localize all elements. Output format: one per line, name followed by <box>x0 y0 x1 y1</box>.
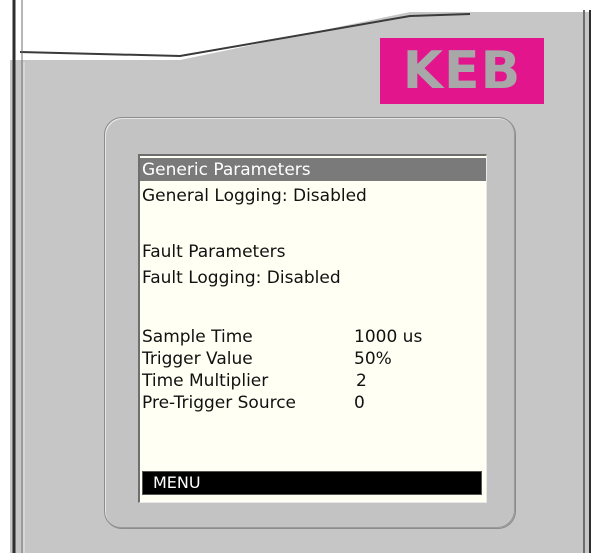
time-multiplier-label: Time Multiplier <box>142 371 269 391</box>
pre-trigger-source-label: Pre-Trigger Source <box>142 393 297 413</box>
generic-parameters-header[interactable]: Generic Parameters <box>142 159 311 181</box>
fault-parameters-heading[interactable]: Fault Parameters <box>142 241 286 263</box>
trigger-value-value: 50% <box>354 349 392 369</box>
sample-time-label: Sample Time <box>142 327 253 347</box>
keb-logo: KEB <box>380 38 544 104</box>
sample-time-value: 1000 us <box>354 327 423 347</box>
general-logging-line[interactable]: General Logging: Disabled <box>142 185 367 207</box>
keb-logo-text: KEB <box>402 41 522 101</box>
pre-trigger-source-value: 0 <box>354 393 365 413</box>
fault-logging-line[interactable]: Fault Logging: Disabled <box>142 267 341 289</box>
menu-label: MENU <box>153 473 201 492</box>
lcd-screen: Generic Parameters General Logging: Disa… <box>138 154 487 503</box>
trigger-value-label: Trigger Value <box>142 349 253 369</box>
time-multiplier-value: 2 <box>356 371 367 391</box>
keb-logo-inner: KEB <box>389 41 535 101</box>
menu-button[interactable]: MENU <box>142 471 482 495</box>
